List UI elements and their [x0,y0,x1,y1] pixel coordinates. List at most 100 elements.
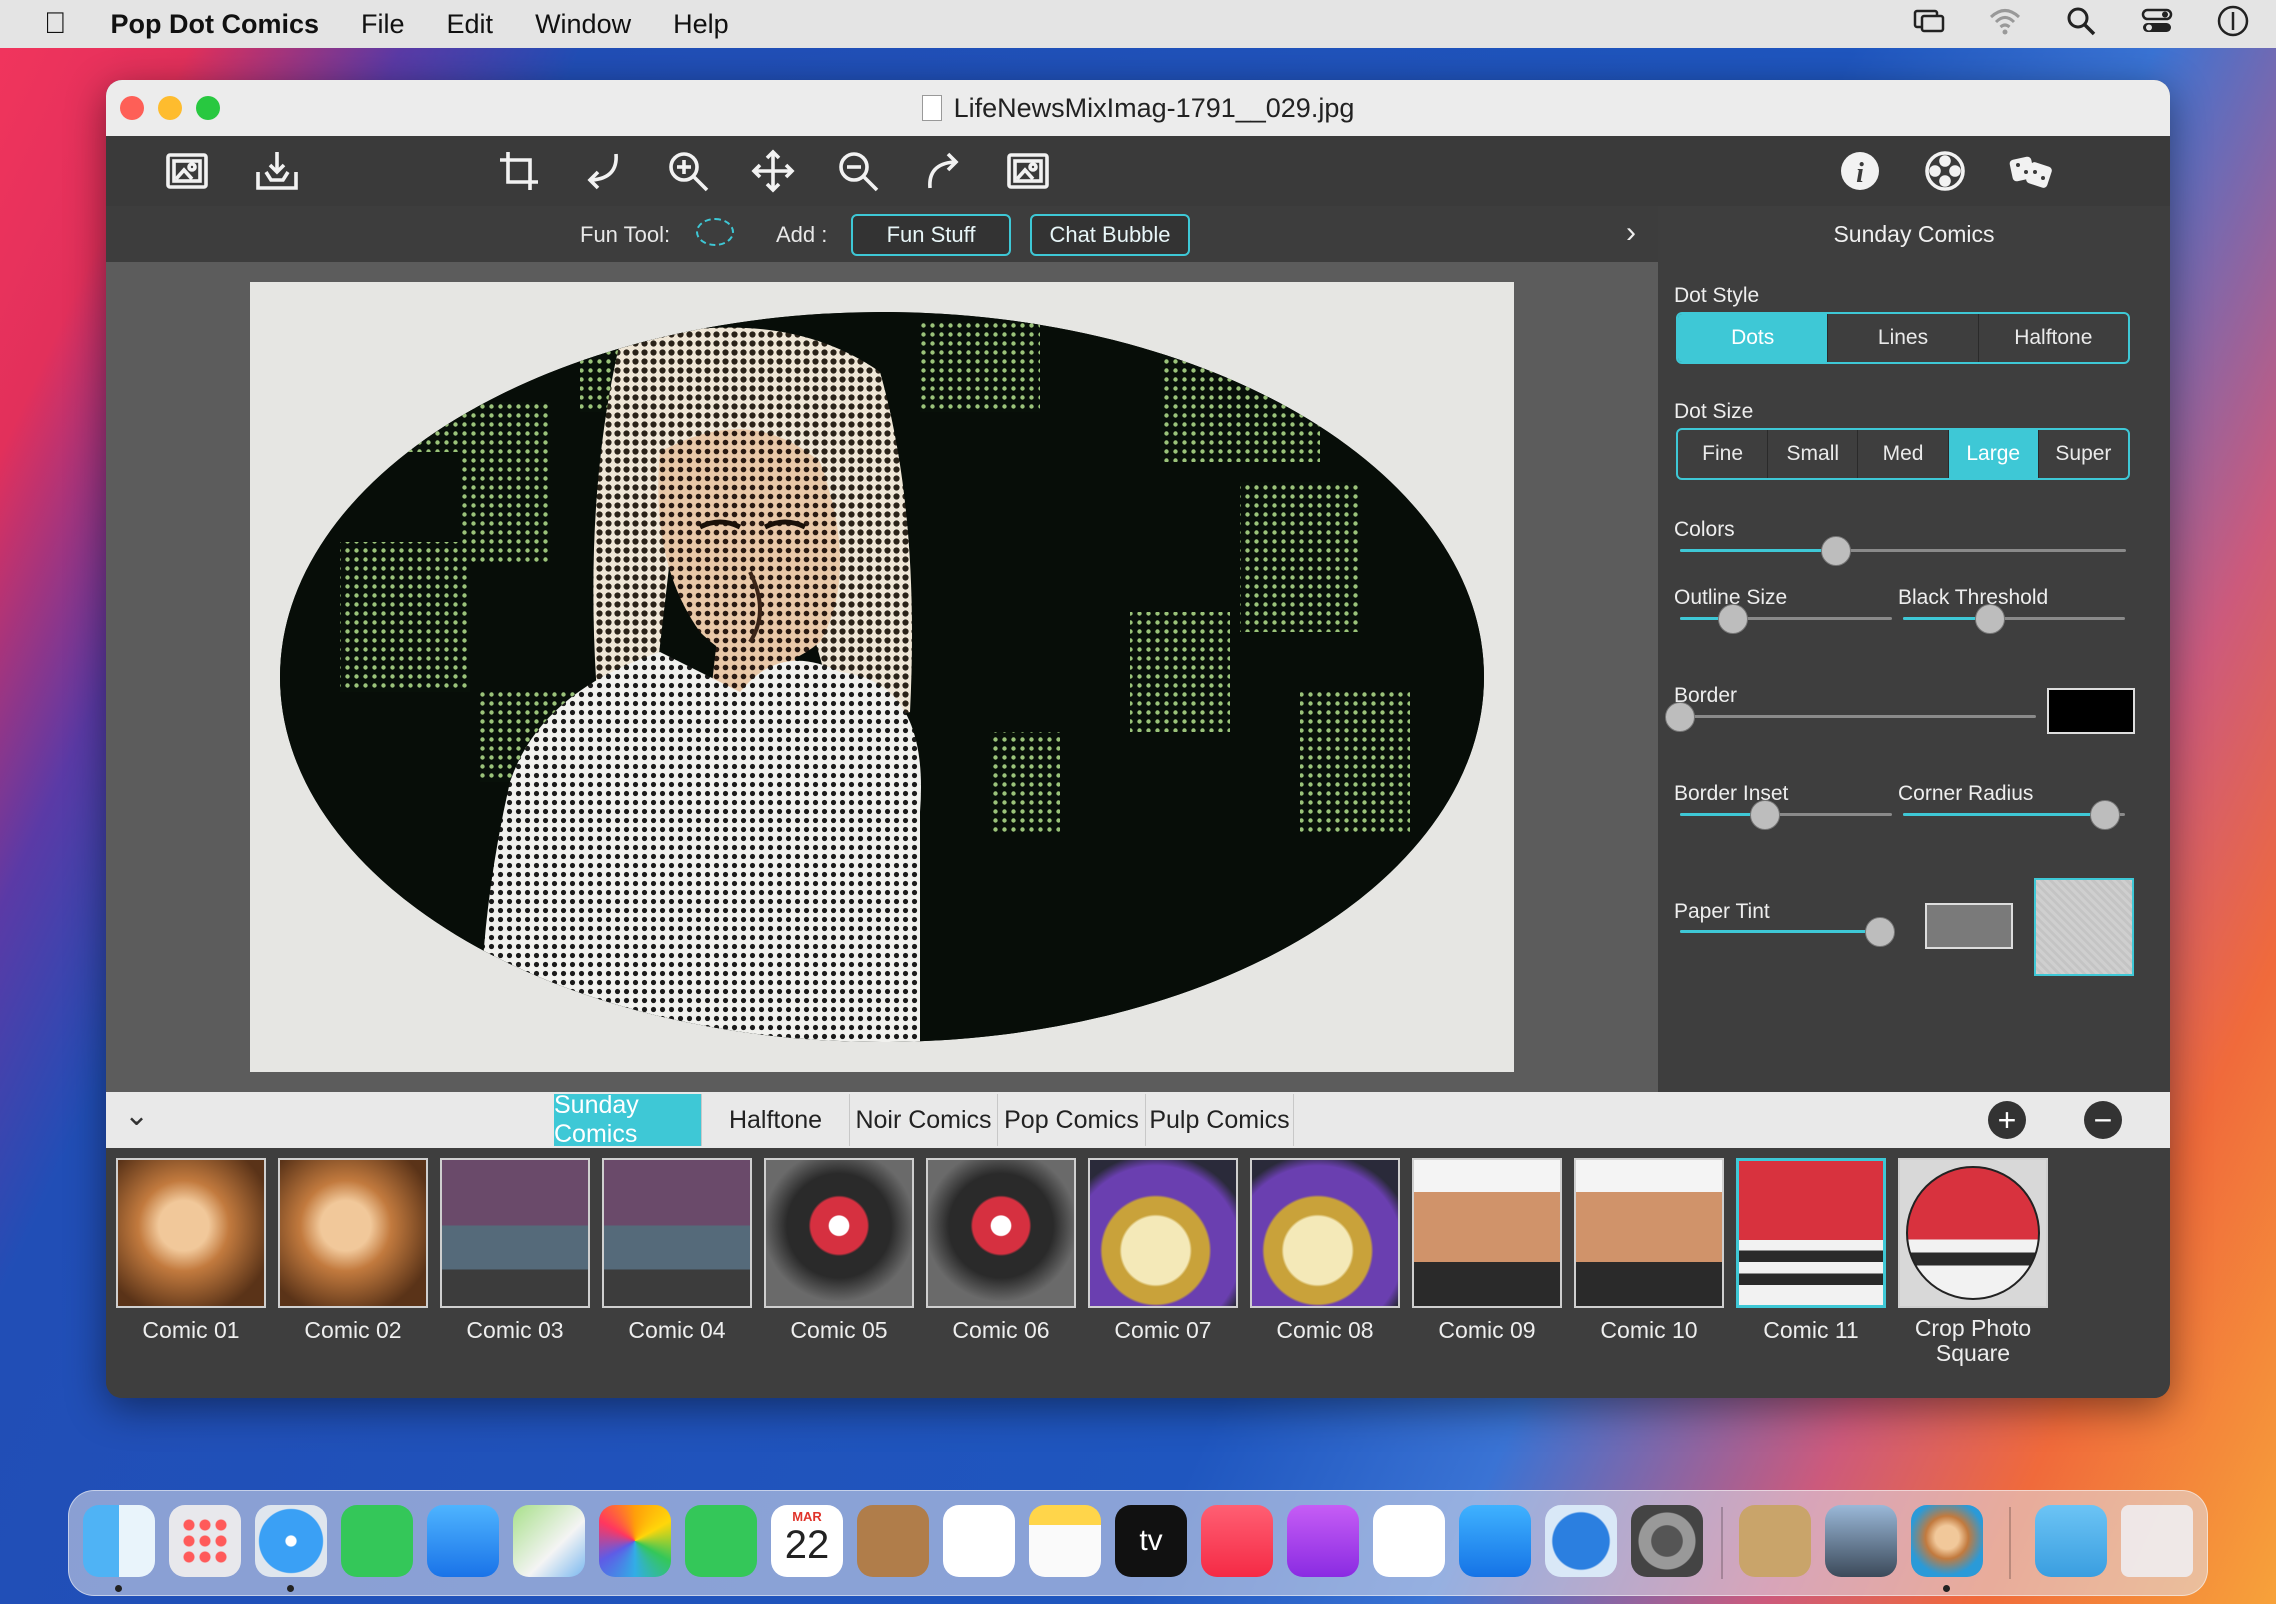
preset-thumbnail[interactable] [1574,1158,1724,1308]
slider-knob[interactable] [1749,800,1780,830]
outline-size-slider[interactable] [1680,604,1892,634]
preset-thumbnail[interactable] [278,1158,428,1308]
system-preferences-icon[interactable] [1631,1505,1703,1577]
preset-thumbnail[interactable] [1736,1158,1886,1308]
tab-halftone[interactable]: Halftone [702,1094,850,1146]
facetime-icon[interactable] [685,1505,757,1577]
preset-thumbnail[interactable] [1250,1158,1400,1308]
tab-sunday-comics[interactable]: Sunday Comics [554,1091,702,1148]
dot-size-large[interactable]: Large [1948,430,2039,478]
chat-bubble-button[interactable]: Chat Bubble [1030,214,1190,256]
zoom-out-button[interactable] [833,146,883,196]
slider-knob[interactable] [1821,536,1852,566]
slider-knob[interactable] [1718,604,1748,634]
dot-style-lines[interactable]: Lines [1828,314,1979,362]
preview-app-icon[interactable] [1825,1505,1897,1577]
preset-thumbnail[interactable] [764,1158,914,1308]
podcasts-icon[interactable] [1287,1505,1359,1577]
fun-stuff-button[interactable]: Fun Stuff [851,214,1011,256]
music-icon[interactable] [1201,1505,1273,1577]
siri-icon[interactable] [2216,4,2250,45]
colors-slider[interactable] [1680,536,2126,566]
control-center-icon[interactable] [2140,4,2174,45]
photos-icon[interactable] [599,1505,671,1577]
archive-utility-icon[interactable] [1739,1505,1811,1577]
paper-tint-color-well[interactable] [1925,903,2013,949]
calendar-icon[interactable]: MAR 22 [771,1505,843,1577]
menu-file[interactable]: File [361,9,405,40]
news-icon[interactable] [1373,1505,1445,1577]
preset-thumbnail[interactable] [1898,1158,2048,1308]
border-slider[interactable] [1665,702,2036,732]
dot-style-dots[interactable]: Dots [1678,314,1829,362]
preset-thumbnail[interactable] [602,1158,752,1308]
reminders-icon[interactable] [943,1505,1015,1577]
menu-help[interactable]: Help [673,9,729,40]
messages-icon[interactable] [341,1505,413,1577]
dot-size-fine[interactable]: Fine [1678,430,1769,478]
minimize-window-button[interactable] [158,96,182,120]
border-inset-slider[interactable] [1680,800,1892,830]
screen-mirroring-icon[interactable] [1912,4,1946,45]
comic-photo[interactable] [280,312,1484,1042]
downloads-folder-icon[interactable] [2035,1505,2107,1577]
menu-app-name[interactable]: Pop Dot Comics [111,9,320,40]
launchpad-icon[interactable] [169,1505,241,1577]
apple-tv-icon[interactable]: tv [1115,1505,1187,1577]
ellipse-select-icon[interactable] [696,218,734,246]
rotate-right-button[interactable] [918,146,968,196]
rotate-left-button[interactable] [578,146,628,196]
dot-size-super[interactable]: Super [2039,430,2128,478]
big-sur-installer-icon[interactable] [1545,1505,1617,1577]
collapse-chevron-icon[interactable]: ⌄ [124,1098,149,1133]
slider-knob[interactable] [1865,917,1895,947]
pop-dot-comics-icon[interactable] [1911,1505,1983,1577]
preset-thumbnail[interactable] [116,1158,266,1308]
paper-texture-well[interactable] [2034,878,2134,976]
black-threshold-slider[interactable] [1903,604,2125,634]
preset-thumbnail[interactable] [926,1158,1076,1308]
tab-pulp-comics[interactable]: Pulp Comics [1146,1094,1294,1146]
slider-knob[interactable] [1665,702,1695,732]
slider-knob[interactable] [1974,604,2005,634]
wifi-icon[interactable] [1988,4,2022,45]
dot-size-small[interactable]: Small [1768,430,1859,478]
info-button[interactable]: i [1835,146,1885,196]
menu-window[interactable]: Window [535,9,631,40]
zoom-window-button[interactable] [196,96,220,120]
preset-thumbnail[interactable] [1412,1158,1562,1308]
tab-pop-comics[interactable]: Pop Comics [998,1094,1146,1146]
close-window-button[interactable] [120,96,144,120]
crop-button[interactable] [494,146,544,196]
random-button[interactable] [2006,146,2056,196]
settings-button[interactable] [1920,146,1970,196]
paper-tint-slider[interactable] [1680,917,1895,947]
zoom-in-button[interactable] [663,146,713,196]
spotlight-search-icon[interactable] [2064,4,2098,45]
app-store-icon[interactable] [1459,1505,1531,1577]
menu-edit[interactable]: Edit [447,9,494,40]
border-color-well[interactable] [2047,688,2135,734]
preset-thumbnail[interactable] [440,1158,590,1308]
add-preset-button[interactable]: + [1988,1101,2026,1139]
dot-size-med[interactable]: Med [1858,430,1949,478]
notes-icon[interactable] [1029,1505,1101,1577]
export-image-button[interactable] [1003,146,1053,196]
safari-icon[interactable] [255,1505,327,1577]
chevron-right-icon[interactable]: › [1626,216,1636,250]
slider-knob[interactable] [2090,800,2121,830]
mail-icon[interactable] [427,1505,499,1577]
corner-radius-slider[interactable] [1903,800,2125,830]
move-button[interactable] [748,146,798,196]
save-image-button[interactable] [252,146,302,196]
maps-icon[interactable] [513,1505,585,1577]
dot-style-halftone[interactable]: Halftone [1979,314,2128,362]
open-image-button[interactable] [162,146,212,196]
contacts-icon[interactable] [857,1505,929,1577]
apple-menu-icon[interactable]:  [44,7,67,41]
finder-icon[interactable] [83,1505,155,1577]
remove-preset-button[interactable]: − [2084,1101,2122,1139]
tab-noir-comics[interactable]: Noir Comics [850,1094,998,1146]
preset-thumbnail[interactable] [1088,1158,1238,1308]
trash-icon[interactable] [2121,1505,2193,1577]
